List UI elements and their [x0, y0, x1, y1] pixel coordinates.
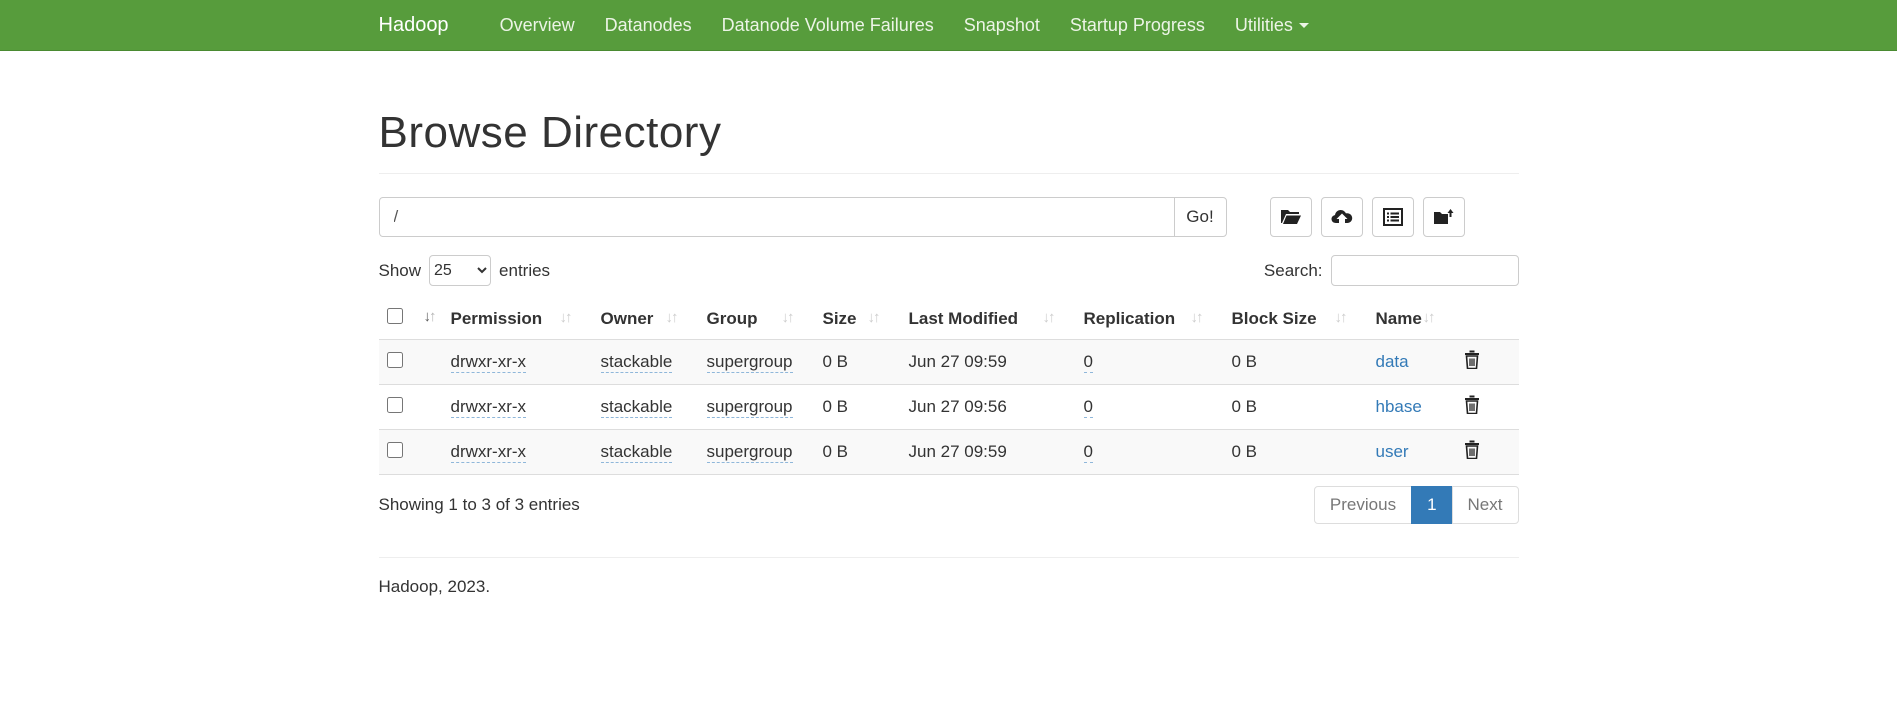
block-size-cell: 0 B: [1232, 397, 1258, 416]
folder-move-icon: [1433, 208, 1455, 226]
table-row: drwxr-xr-x stackable supergroup 0 B Jun …: [379, 385, 1519, 430]
nav-item-datanode-volume-failures[interactable]: Datanode Volume Failures: [707, 15, 949, 35]
size-cell: 0 B: [823, 352, 849, 371]
size-cell: 0 B: [823, 442, 849, 461]
header-replication[interactable]: Replication↓↑: [1076, 300, 1224, 340]
group-cell[interactable]: supergroup: [707, 397, 793, 418]
sort-icon[interactable]: ↓↑: [1043, 309, 1068, 326]
move-files-button[interactable]: [1423, 197, 1465, 237]
header-actions: [1456, 300, 1519, 340]
page-title: Browse Directory: [379, 108, 1519, 158]
permission-cell[interactable]: drwxr-xr-x: [451, 397, 527, 418]
directory-action-buttons: [1270, 197, 1465, 237]
select-all-checkbox[interactable]: [387, 308, 403, 324]
chevron-down-icon: [1299, 23, 1309, 28]
header-owner[interactable]: Owner↓↑: [593, 300, 699, 340]
owner-cell[interactable]: stackable: [601, 352, 673, 373]
block-size-cell: 0 B: [1232, 442, 1258, 461]
header-select-all: ↓↑: [379, 300, 443, 340]
search-label: Search:: [1264, 261, 1323, 281]
directory-link[interactable]: data: [1376, 352, 1409, 371]
footer-text: Hadoop, 2023.: [379, 577, 1519, 597]
nav-item-utilities-label: Utilities: [1235, 15, 1293, 35]
cut-paste-button[interactable]: [1372, 197, 1414, 237]
go-button[interactable]: Go!: [1174, 197, 1227, 237]
folder-open-icon: [1280, 208, 1302, 226]
replication-cell[interactable]: 0: [1084, 352, 1093, 373]
brand-hadoop[interactable]: Hadoop: [379, 14, 449, 37]
sort-icon[interactable]: ↓↑: [666, 309, 691, 326]
replication-cell[interactable]: 0: [1084, 442, 1093, 463]
permission-cell[interactable]: drwxr-xr-x: [451, 442, 527, 463]
footer-divider: [379, 557, 1519, 558]
last-modified-cell: Jun 27 09:56: [909, 397, 1007, 416]
page-size-select[interactable]: 25: [429, 255, 491, 286]
delete-button[interactable]: [1464, 395, 1480, 417]
nav-item-snapshot[interactable]: Snapshot: [949, 15, 1055, 35]
table-info: Showing 1 to 3 of 3 entries: [379, 495, 580, 515]
nav-item-overview[interactable]: Overview: [485, 15, 590, 35]
owner-cell[interactable]: stackable: [601, 397, 673, 418]
row-checkbox[interactable]: [387, 352, 403, 368]
owner-cell[interactable]: stackable: [601, 442, 673, 463]
header-group[interactable]: Group↓↑: [699, 300, 815, 340]
delete-button[interactable]: [1464, 350, 1480, 372]
next-page-button[interactable]: Next: [1452, 486, 1519, 524]
page-header: Browse Directory: [379, 51, 1519, 174]
cloud-upload-icon: [1331, 208, 1353, 226]
last-modified-cell: Jun 27 09:59: [909, 352, 1007, 371]
pagination: Previous 1 Next: [1314, 486, 1519, 524]
delete-button[interactable]: [1464, 440, 1480, 462]
create-directory-button[interactable]: [1270, 197, 1312, 237]
sort-icon[interactable]: ↓↑: [782, 309, 807, 326]
directory-path-input[interactable]: [379, 197, 1175, 237]
table-row: drwxr-xr-x stackable supergroup 0 B Jun …: [379, 430, 1519, 475]
show-label: Show: [379, 261, 422, 281]
sort-icon[interactable]: ↓↑: [424, 308, 435, 325]
sort-icon[interactable]: ↓↑: [868, 309, 893, 326]
nav-item-datanodes[interactable]: Datanodes: [590, 15, 707, 35]
row-checkbox[interactable]: [387, 442, 403, 458]
block-size-cell: 0 B: [1232, 352, 1258, 371]
replication-cell[interactable]: 0: [1084, 397, 1093, 418]
header-permission[interactable]: Permission↓↑: [443, 300, 593, 340]
row-checkbox[interactable]: [387, 397, 403, 413]
trash-icon: [1464, 447, 1480, 462]
sort-icon[interactable]: ↓↑: [560, 309, 585, 326]
list-alt-icon: [1383, 208, 1403, 226]
group-cell[interactable]: supergroup: [707, 352, 793, 373]
directory-link[interactable]: hbase: [1376, 397, 1422, 416]
permission-cell[interactable]: drwxr-xr-x: [451, 352, 527, 373]
entries-label: entries: [499, 261, 550, 281]
upload-files-button[interactable]: [1321, 197, 1363, 237]
header-block-size[interactable]: Block Size↓↑: [1224, 300, 1368, 340]
nav-item-startup-progress[interactable]: Startup Progress: [1055, 15, 1220, 35]
nav-item-utilities[interactable]: Utilities: [1220, 15, 1324, 35]
page-1-button[interactable]: 1: [1411, 486, 1452, 524]
header-name[interactable]: Name↓↑: [1368, 300, 1456, 340]
previous-page-button[interactable]: Previous: [1314, 486, 1412, 524]
table-header-row: ↓↑ Permission↓↑ Owner↓↑ Group↓↑ Size↓↑ L…: [379, 300, 1519, 340]
last-modified-cell: Jun 27 09:59: [909, 442, 1007, 461]
table-row: drwxr-xr-x stackable supergroup 0 B Jun …: [379, 340, 1519, 385]
sort-icon[interactable]: ↓↑: [1191, 309, 1216, 326]
search-input[interactable]: [1331, 255, 1519, 286]
trash-icon: [1464, 357, 1480, 372]
directory-path-group: Go!: [379, 197, 1227, 237]
group-cell[interactable]: supergroup: [707, 442, 793, 463]
nav-menu: Overview Datanodes Datanode Volume Failu…: [485, 15, 1324, 36]
directory-listing-table: ↓↑ Permission↓↑ Owner↓↑ Group↓↑ Size↓↑ L…: [379, 300, 1519, 475]
trash-icon: [1464, 402, 1480, 417]
sort-icon[interactable]: ↓↑: [1335, 309, 1360, 326]
top-navbar: Hadoop Overview Datanodes Datanode Volum…: [0, 0, 1897, 51]
header-size[interactable]: Size↓↑: [815, 300, 901, 340]
directory-link[interactable]: user: [1376, 442, 1409, 461]
header-last-modified[interactable]: Last Modified↓↑: [901, 300, 1076, 340]
size-cell: 0 B: [823, 397, 849, 416]
sort-icon[interactable]: ↓↑: [1423, 309, 1448, 326]
